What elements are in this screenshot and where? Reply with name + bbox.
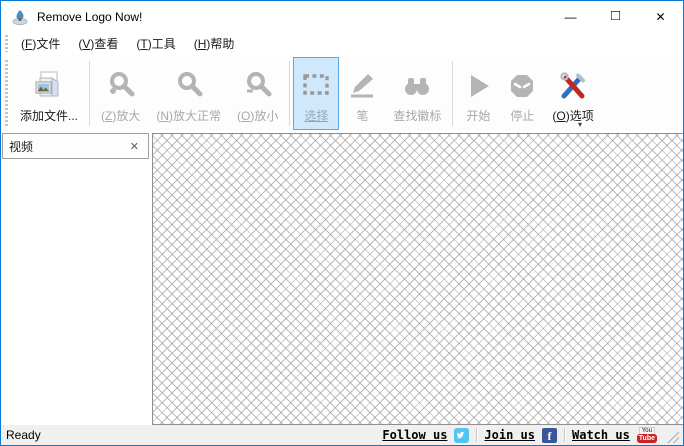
toolbar-separator <box>89 61 91 126</box>
stop-icon <box>508 62 536 109</box>
close-button[interactable]: ✕ <box>638 1 683 32</box>
zoom-in-label: (Z)放大 <box>101 109 141 123</box>
menu-tools[interactable]: (T)工具 <box>127 32 184 55</box>
toolbar: 添加文件... (Z)放大 (N)放大正常 (O)放小 选择 笔 查找徽标 开始… <box>1 55 683 131</box>
stop-button[interactable]: 停止 <box>500 57 544 130</box>
facebook-icon[interactable]: f <box>542 427 557 443</box>
video-panel-title: 视频 <box>9 139 34 154</box>
title-bar: Remove Logo Now! — □ ✕ <box>1 1 683 32</box>
toolbar-grip[interactable] <box>5 60 8 127</box>
status-bar: Ready Follow us Join us f Watch us You T… <box>1 425 683 445</box>
add-files-label: 添加文件... <box>20 109 79 123</box>
video-list[interactable] <box>2 159 149 425</box>
video-panel-header: 视频 ✕ <box>2 133 149 159</box>
preview-canvas[interactable] <box>152 133 683 425</box>
app-logo-icon <box>12 9 28 25</box>
select-rectangle-icon <box>301 62 331 109</box>
options-label: (O)选项 <box>552 109 594 123</box>
status-separator <box>564 428 565 442</box>
pen-label: 笔 <box>356 109 369 123</box>
toolbar-separator <box>452 61 454 126</box>
start-label: 开始 <box>466 109 491 123</box>
zoom-normal-label: (N)放大正常 <box>156 109 222 123</box>
twitter-icon[interactable] <box>454 427 470 443</box>
options-button[interactable]: (O)选项 <box>544 57 601 130</box>
follow-us-link[interactable]: Follow us <box>382 428 447 442</box>
video-panel: 视频 ✕ <box>1 131 152 425</box>
zoom-normal-icon <box>174 62 204 109</box>
menu-file[interactable]: (F)文件 <box>12 32 69 55</box>
add-files-folder-icon <box>32 62 66 109</box>
zoom-in-button[interactable]: (Z)放大 <box>93 57 148 130</box>
status-separator <box>476 428 478 442</box>
join-us-link[interactable]: Join us <box>484 428 535 442</box>
window-title: Remove Logo Now! <box>37 9 143 24</box>
zoom-in-icon <box>106 62 136 109</box>
play-icon <box>464 62 492 109</box>
toolbar-overflow-arrow[interactable]: ▾ <box>578 120 582 129</box>
select-label: 选择 <box>304 109 329 123</box>
menu-bar: (F)文件 (V)查看 (T)工具 (H)帮助 <box>1 32 683 55</box>
add-files-button[interactable]: 添加文件... <box>12 57 86 130</box>
content-area: 视频 ✕ <box>1 131 683 425</box>
find-logo-button[interactable]: 查找徽标 <box>385 57 449 130</box>
toolbar-separator <box>289 61 291 126</box>
panel-close-icon[interactable]: ✕ <box>127 140 142 153</box>
maximize-button[interactable]: □ <box>593 1 638 32</box>
status-social-links: Follow us Join us f Watch us You Tube <box>382 427 679 443</box>
start-button[interactable]: 开始 <box>456 57 500 130</box>
zoom-out-button[interactable]: (O)放小 <box>229 57 286 130</box>
options-tools-icon <box>558 62 588 109</box>
zoom-out-icon <box>243 62 273 109</box>
status-text: Ready <box>6 428 41 442</box>
app-window: Remove Logo Now! — □ ✕ (F)文件 (V)查看 (T)工具… <box>0 0 684 446</box>
select-button[interactable]: 选择 <box>293 57 340 130</box>
window-controls: — □ ✕ <box>548 1 683 32</box>
menubar-grip[interactable] <box>5 35 8 52</box>
menu-view[interactable]: (V)查看 <box>69 32 127 55</box>
resize-grip[interactable] <box>666 430 679 443</box>
minimize-button[interactable]: — <box>548 1 593 32</box>
pen-button[interactable]: 笔 <box>339 57 385 130</box>
youtube-icon[interactable]: You Tube <box>636 427 657 443</box>
watch-us-link[interactable]: Watch us <box>572 428 630 442</box>
pen-icon <box>347 62 377 109</box>
find-logo-label: 查找徽标 <box>393 109 442 123</box>
binoculars-icon <box>401 62 433 109</box>
zoom-out-label: (O)放小 <box>237 109 279 123</box>
zoom-normal-button[interactable]: (N)放大正常 <box>148 57 229 130</box>
menu-help[interactable]: (H)帮助 <box>185 32 244 55</box>
stop-label: 停止 <box>510 109 535 123</box>
